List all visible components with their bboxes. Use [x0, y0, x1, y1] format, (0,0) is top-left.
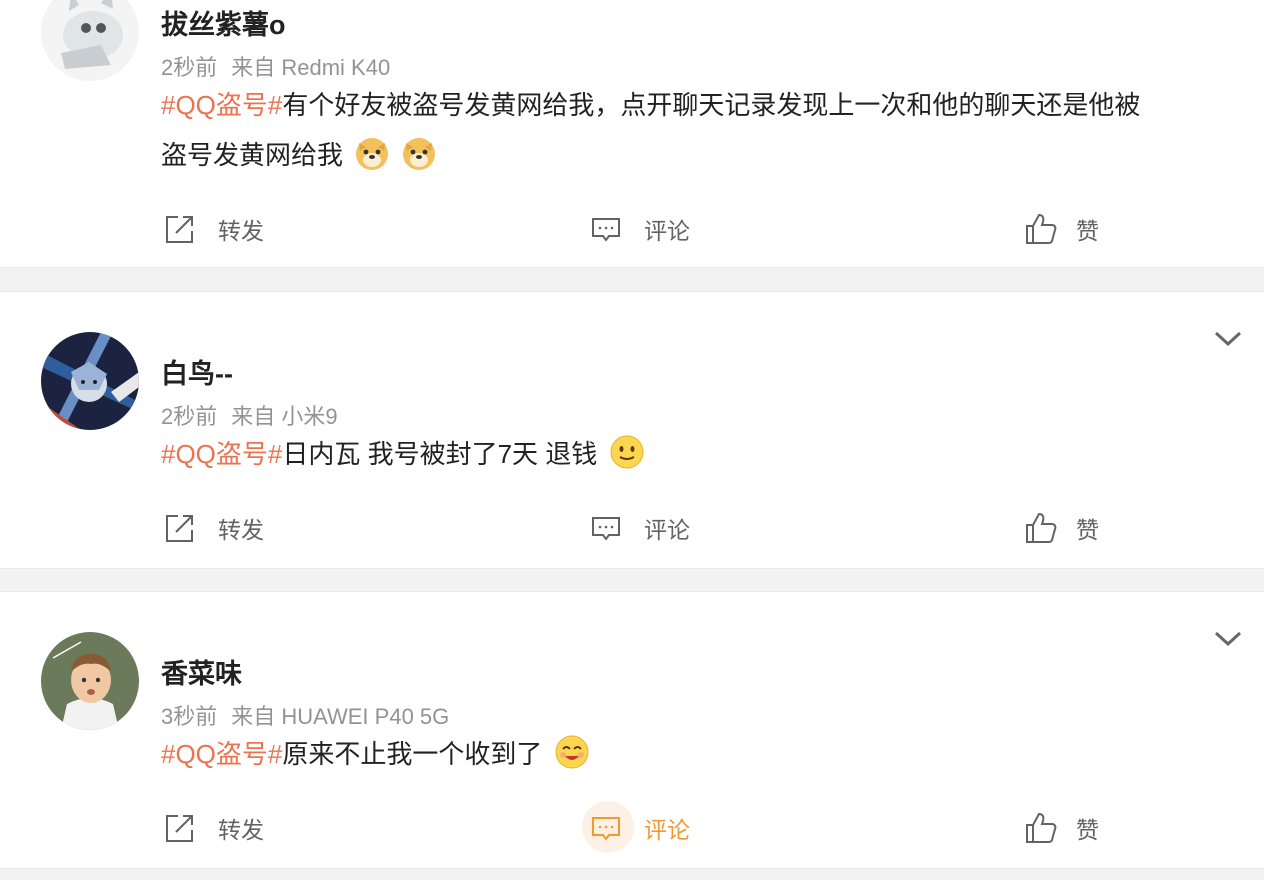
comment-icon: [592, 817, 620, 841]
username[interactable]: 香菜味: [161, 652, 242, 691]
comment-icon: [592, 517, 620, 541]
like-button[interactable]: 赞: [1024, 503, 1099, 553]
like-label: 赞: [1076, 817, 1099, 843]
post-content: #QQ盗号#原来不止我一个收到了: [161, 729, 1231, 779]
post-card: 拔丝紫薯o 2秒前 来自 Redmi K40 #QQ盗号#有个好友被盗号发黄网给我…: [0, 0, 1264, 268]
post-actions: 转发 评论 赞: [0, 503, 1264, 553]
post-time: 2秒前: [161, 55, 218, 80]
post-meta: 3秒前 来自 HUAWEI P40 5G: [161, 699, 449, 731]
comment-label: 评论: [644, 218, 690, 244]
post-source: 来自 Redmi K40: [231, 55, 391, 80]
post-source: 来自 小米9: [231, 404, 338, 429]
post-card: 香菜味 3秒前 来自 HUAWEI P40 5G #QQ盗号#原来不止我一个收到了…: [0, 591, 1264, 869]
like-label: 赞: [1076, 517, 1099, 543]
post-content: #QQ盗号#有个好友被盗号发黄网给我，点开聊天记录发现上一次和他的聊天还是他被 …: [161, 80, 1231, 180]
thumbs-up-icon: [1026, 812, 1057, 843]
post-text: 有个好友被盗号发黄网给我，点开聊天记录发现上一次和他的聊天还是他被: [282, 90, 1141, 120]
forward-icon: [166, 515, 193, 542]
post-actions: 转发 评论 赞: [0, 204, 1264, 254]
thumbs-up-icon: [1026, 512, 1057, 543]
doge-emoji: [403, 138, 436, 170]
forward-button[interactable]: 转发: [164, 803, 264, 853]
post-actions: 转发 评论 赞: [0, 801, 1264, 853]
forward-icon: [166, 216, 193, 243]
comment-button[interactable]: 评论: [590, 204, 690, 254]
forward-label: 转发: [218, 218, 264, 244]
like-label: 赞: [1076, 218, 1099, 244]
thumbs-up-icon: [1026, 213, 1057, 244]
comment-button[interactable]: 评论: [582, 801, 690, 853]
post-time: 3秒前: [161, 704, 218, 729]
forward-icon: [166, 815, 193, 842]
post-meta: 2秒前 来自 小米9: [161, 399, 338, 431]
username[interactable]: 白鸟--: [161, 352, 233, 391]
post-time: 2秒前: [161, 404, 218, 429]
topic-link[interactable]: #QQ盗号#: [161, 739, 282, 769]
post-source: 来自 HUAWEI P40 5G: [231, 704, 450, 729]
chevron-down-icon[interactable]: [1214, 330, 1242, 348]
like-button[interactable]: 赞: [1024, 803, 1099, 853]
chevron-down-icon[interactable]: [1214, 630, 1242, 648]
topic-link[interactable]: #QQ盗号#: [161, 439, 282, 469]
smile-emoji: [610, 435, 644, 469]
avatar[interactable]: [41, 332, 139, 430]
avatar[interactable]: [41, 0, 139, 81]
doge-emoji: [356, 138, 389, 170]
post-text: 盗号发黄网给我: [161, 140, 344, 170]
comment-label: 评论: [644, 817, 690, 843]
post-text: 原来不止我一个收到了: [282, 739, 543, 769]
comment-button[interactable]: 评论: [590, 503, 690, 553]
comment-icon: [592, 218, 620, 242]
comment-label: 评论: [644, 517, 690, 543]
like-button[interactable]: 赞: [1024, 204, 1099, 254]
forward-label: 转发: [218, 517, 264, 543]
topic-link[interactable]: #QQ盗号#: [161, 90, 282, 120]
post-card: 白鸟-- 2秒前 来自 小米9 #QQ盗号#日内瓦 我号被封了7天 退钱 转发 评…: [0, 291, 1264, 569]
avatar[interactable]: [41, 632, 139, 730]
happy-emoji: [555, 735, 589, 769]
forward-button[interactable]: 转发: [164, 503, 264, 553]
forward-button[interactable]: 转发: [164, 204, 264, 254]
forward-label: 转发: [218, 817, 264, 843]
username[interactable]: 拔丝紫薯o: [161, 3, 286, 42]
post-content: #QQ盗号#日内瓦 我号被封了7天 退钱: [161, 429, 1231, 479]
post-text: 日内瓦 我号被封了7天 退钱: [282, 439, 598, 469]
post-meta: 2秒前 来自 Redmi K40: [161, 50, 390, 82]
